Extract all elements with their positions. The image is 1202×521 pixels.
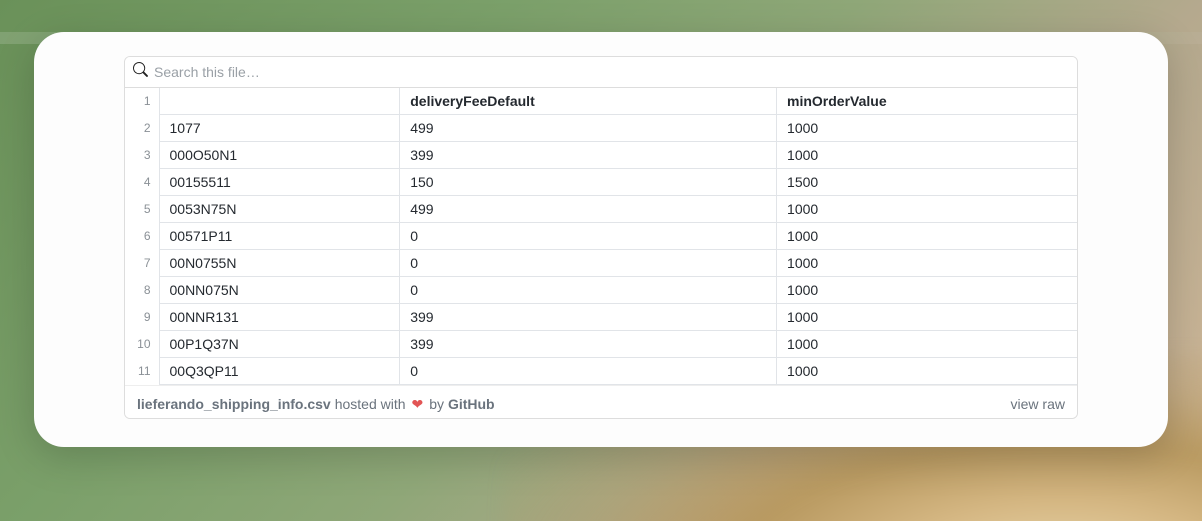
table-cell: 399 [400, 142, 777, 169]
csv-table: 1deliveryFeeDefaultminOrderValue21077499… [125, 88, 1077, 385]
line-number: 7 [125, 250, 159, 277]
gist-card: 1deliveryFeeDefaultminOrderValue21077499… [34, 32, 1168, 447]
column-header: deliveryFeeDefault [400, 88, 777, 115]
table-row: 1000P1Q37N3991000 [125, 331, 1077, 358]
table-cell: 00N0755N [159, 250, 400, 277]
table-cell: 00Q3QP11 [159, 358, 400, 385]
search-icon [133, 62, 148, 82]
hosted-with-label: hosted with [335, 396, 406, 412]
table-cell: 0 [400, 358, 777, 385]
gist-container: 1deliveryFeeDefaultminOrderValue21077499… [124, 56, 1078, 419]
line-number: 1 [125, 88, 159, 115]
table-cell: 399 [400, 331, 777, 358]
line-number: 3 [125, 142, 159, 169]
line-number: 11 [125, 358, 159, 385]
table-cell: 1000 [777, 196, 1077, 223]
table-cell: 1500 [777, 169, 1077, 196]
table-row: 4001555111501500 [125, 169, 1077, 196]
column-header: minOrderValue [777, 88, 1077, 115]
line-number: 5 [125, 196, 159, 223]
search-bar [125, 57, 1077, 88]
table-row: 900NNR1313991000 [125, 304, 1077, 331]
table-cell: 0 [400, 250, 777, 277]
table-cell: 1000 [777, 358, 1077, 385]
gist-meta-left: lieferando_shipping_info.csv hosted with… [137, 396, 495, 412]
heart-icon: ❤ [410, 397, 426, 411]
table-cell: 150 [400, 169, 777, 196]
column-header [159, 88, 400, 115]
table-cell: 00P1Q37N [159, 331, 400, 358]
table-cell: 0 [400, 277, 777, 304]
view-raw-link[interactable]: view raw [1011, 396, 1065, 412]
table-row: 3000O50N13991000 [125, 142, 1077, 169]
table-cell: 499 [400, 115, 777, 142]
table-cell: 1000 [777, 142, 1077, 169]
table-header-row: 1 deliveryFeeDefaultminOrderValue [125, 88, 1077, 115]
byline: by GitHub [429, 396, 494, 412]
line-number: 9 [125, 304, 159, 331]
table-cell: 1000 [777, 331, 1077, 358]
table-cell: 1000 [777, 115, 1077, 142]
table-cell: 00571P11 [159, 223, 400, 250]
table-cell: 1000 [777, 250, 1077, 277]
table-row: 800NN075N01000 [125, 277, 1077, 304]
gist-meta: lieferando_shipping_info.csv hosted with… [125, 385, 1077, 418]
table-cell: 499 [400, 196, 777, 223]
line-number: 10 [125, 331, 159, 358]
line-number: 2 [125, 115, 159, 142]
line-number: 8 [125, 277, 159, 304]
table-cell: 00NN075N [159, 277, 400, 304]
table-cell: 1077 [159, 115, 400, 142]
table-cell: 1000 [777, 223, 1077, 250]
table-cell: 00NNR131 [159, 304, 400, 331]
table-row: 700N0755N01000 [125, 250, 1077, 277]
search-input[interactable] [148, 59, 1069, 85]
table-cell: 1000 [777, 277, 1077, 304]
line-number: 6 [125, 223, 159, 250]
table-row: 210774991000 [125, 115, 1077, 142]
table-row: 600571P1101000 [125, 223, 1077, 250]
provider-link[interactable]: GitHub [448, 396, 495, 412]
filename-link[interactable]: lieferando_shipping_info.csv [137, 396, 331, 412]
table-cell: 1000 [777, 304, 1077, 331]
table-cell: 0053N75N [159, 196, 400, 223]
table-row: 50053N75N4991000 [125, 196, 1077, 223]
by-label: by [429, 396, 444, 412]
table-cell: 000O50N1 [159, 142, 400, 169]
table-scroll[interactable]: 1deliveryFeeDefaultminOrderValue21077499… [125, 88, 1077, 385]
table-cell: 0 [400, 223, 777, 250]
table-row: 1100Q3QP1101000 [125, 358, 1077, 385]
table-cell: 00155511 [159, 169, 400, 196]
table-cell: 399 [400, 304, 777, 331]
line-number: 4 [125, 169, 159, 196]
